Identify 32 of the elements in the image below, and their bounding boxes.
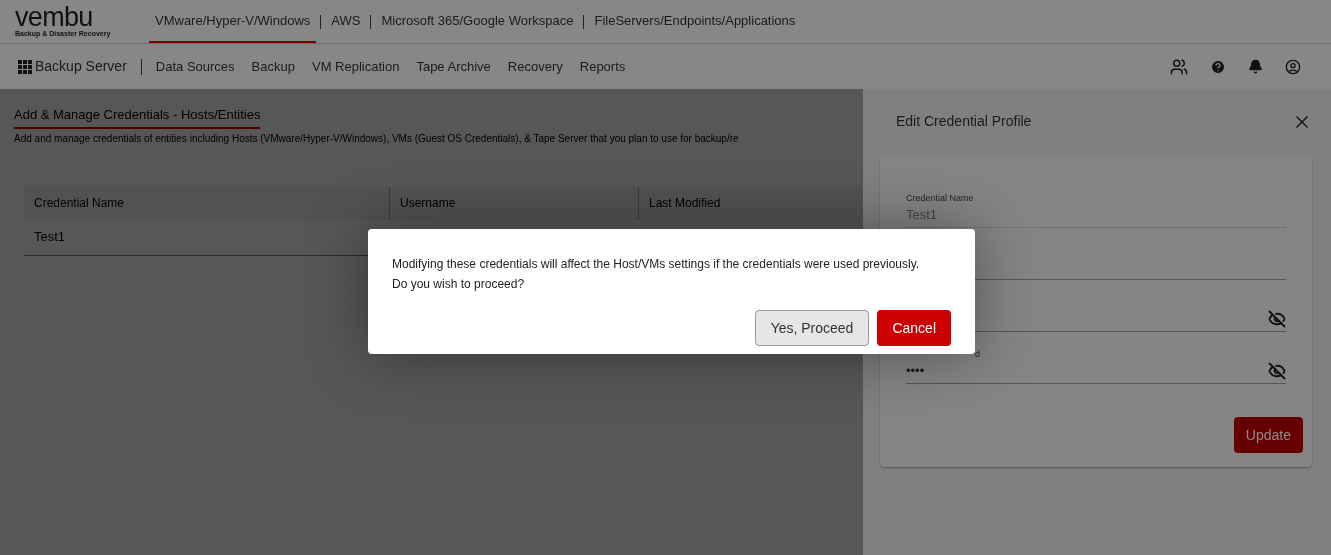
page-subtitle: Add and manage credentials of entities including Hosts (VMware/Hyper-V/Windows), VMs (Guest OS Credentials), & Tape Server that you plan to use for backup/re <box>14 131 740 146</box>
field-value: •••• <box>906 362 925 381</box>
nav-item[interactable]: Reports <box>579 56 626 77</box>
eye-off-icon[interactable] <box>1268 310 1286 328</box>
help-icon[interactable] <box>1210 58 1226 75</box>
nav-item[interactable]: VM Replication <box>311 56 400 77</box>
app-grid-icon[interactable] <box>18 59 32 74</box>
product-tab[interactable]: FileServers/Endpoints/Applications <box>588 0 802 43</box>
app-title[interactable]: Backup Server <box>35 56 127 77</box>
bell-icon[interactable] <box>1248 59 1263 74</box>
column-header: Credential Name <box>24 186 390 220</box>
cancel-button[interactable]: Cancel <box>877 310 951 346</box>
product-tab[interactable]: Microsoft 365/Google Workspace <box>375 0 580 43</box>
proceed-button[interactable]: Yes, Proceed <box>754 310 870 346</box>
nav-item[interactable]: Backup <box>251 56 295 77</box>
field-value: Test1 <box>906 206 938 225</box>
user-icon[interactable] <box>1285 58 1301 75</box>
field-label: Credential Name <box>906 191 975 205</box>
nav-item[interactable]: Tape Archive <box>416 56 491 77</box>
nav-item[interactable]: Recovery <box>507 56 563 77</box>
users-icon[interactable] <box>1170 57 1188 76</box>
column-header: Username <box>390 186 639 220</box>
drawer-title: Edit Credential Profile <box>896 112 1032 131</box>
table-cell-text: Test1 <box>33 228 66 247</box>
update-button[interactable]: Update <box>1233 417 1303 453</box>
page-title: Add & Manage Credentials - Hosts/Entities <box>14 105 261 129</box>
field-label: d <box>975 347 981 361</box>
logo-wordmark: vembu <box>15 5 93 29</box>
eye-off-icon[interactable] <box>1268 362 1286 380</box>
product-tab[interactable]: AWS <box>325 0 367 43</box>
dialog-message: Modifying these credentials will affect the Host/VMs settings if the credentials were used previously. Do you wish to proceed? <box>392 256 921 293</box>
nav-item[interactable]: Data Sources <box>155 56 235 77</box>
